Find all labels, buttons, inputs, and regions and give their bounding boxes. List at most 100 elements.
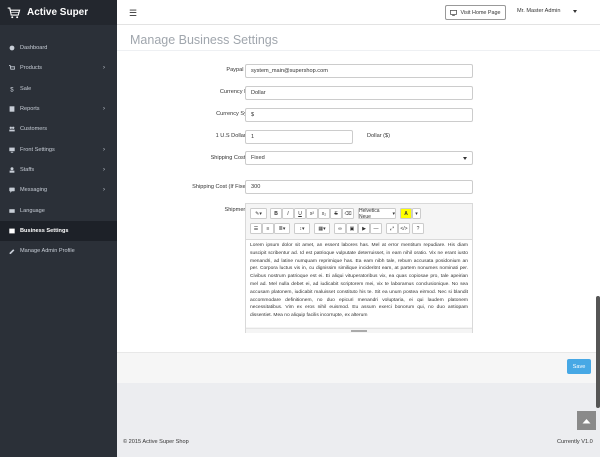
sidebar-item-staffs[interactable]: Staffs › (0, 160, 117, 180)
sidebar-item-customers[interactable]: Customers (0, 119, 117, 139)
sidebar-item-label: Customers (20, 126, 48, 133)
bold-button[interactable]: B (270, 208, 282, 219)
paypal-email-label: Paypal Email (226, 67, 259, 73)
eraser-icon: ⌫ (344, 210, 352, 217)
numbered-list-icon: ≡ (266, 225, 270, 232)
paypal-email-field[interactable]: system_main@supershop.com (245, 64, 473, 78)
currency-name-field[interactable]: Dollar (245, 86, 473, 100)
page-background (117, 383, 600, 457)
shipping-cost-type-select[interactable]: Fixed (245, 151, 473, 165)
superscript-button[interactable]: x² (306, 208, 318, 219)
chevron-right-icon: › (103, 166, 105, 173)
sidebar-item-sale[interactable]: $ Sale (0, 79, 117, 99)
text-color-button[interactable]: A (400, 208, 412, 219)
sidebar-item-label: Business Settings (20, 227, 69, 234)
cart-icon (9, 65, 15, 71)
sidebar-item-label: Products (20, 65, 43, 72)
top-header: ☰ Visit Home Page Mr. Master Admin (117, 0, 600, 25)
editor-resize-handle[interactable] (246, 328, 472, 333)
strikethrough-button[interactable]: S (330, 208, 342, 219)
report-icon (9, 106, 15, 112)
code-icon: </> (400, 225, 408, 232)
paragraph-button[interactable]: ≣▾ (274, 223, 290, 234)
users-icon (9, 126, 15, 132)
magic-icon: ✎▾ (255, 210, 262, 217)
sidebar-item-products[interactable]: Products › (0, 58, 117, 78)
editor-toolbar: ✎▾ B I U x² x₂ S ⌫ Helvetica Neue ▾ A ▾ … (246, 204, 472, 238)
save-button[interactable]: Save (567, 359, 591, 374)
divider (117, 50, 600, 51)
line-height-button[interactable]: ↕▾ (294, 223, 310, 234)
paypal-email-value: system_main@supershop.com (251, 68, 328, 74)
sidebar-item-reports[interactable]: Reports › (0, 99, 117, 119)
help-button[interactable]: ? (412, 223, 424, 234)
sidebar-item-business-settings[interactable]: Business Settings (0, 220, 117, 241)
underline-button[interactable]: U (294, 208, 306, 219)
sidebar-item-messaging[interactable]: Messaging › (0, 180, 117, 200)
chevron-right-icon: › (103, 146, 105, 153)
chevron-right-icon: › (103, 65, 105, 72)
chevron-down-icon: ▾ (391, 210, 395, 217)
brand-title: Active Super (27, 7, 89, 18)
video-button[interactable]: ▶ (358, 223, 370, 234)
admin-name[interactable]: Mr. Master Admin (517, 8, 561, 14)
shipment-info-label: Shipment Info (224, 207, 259, 213)
horizontal-rule-button[interactable]: — (370, 223, 382, 234)
help-icon: ? (416, 225, 420, 232)
sidebar-item-dashboard[interactable]: Dashboard (0, 38, 117, 58)
ordered-list-button[interactable]: ≡ (262, 223, 274, 234)
currency-symbol-field[interactable]: $ (245, 108, 473, 122)
sidebar-item-label: Front Settings (20, 146, 55, 153)
conversion-rate-field[interactable]: 1 (245, 130, 353, 144)
eraser-button[interactable]: ⌫ (342, 208, 354, 219)
caret-down-icon[interactable] (573, 10, 577, 13)
grip-icon (351, 330, 367, 332)
sidebar-item-front-settings[interactable]: Front Settings › (0, 139, 117, 159)
link-button[interactable]: ∞ (334, 223, 346, 234)
bullet-list-icon: ☰ (253, 225, 259, 232)
dashboard-icon (9, 45, 15, 51)
font-family-select[interactable]: Helvetica Neue ▾ (358, 207, 396, 220)
unordered-list-button[interactable]: ☰ (250, 223, 262, 234)
currency-symbol-value: $ (251, 112, 255, 118)
align-icon: ≣▾ (278, 225, 286, 232)
monitor-icon (450, 9, 458, 16)
page-scrollbar[interactable] (596, 296, 600, 408)
menu-toggle-icon[interactable]: ☰ (129, 8, 137, 19)
subscript-button[interactable]: x₂ (318, 208, 330, 219)
minus-icon: — (373, 225, 379, 232)
sidebar-item-label: Reports (20, 106, 40, 113)
sidebar-item-language[interactable]: Language (0, 200, 117, 220)
form-actions: Save (117, 352, 600, 383)
magic-style-button[interactable]: ✎▾ (250, 208, 267, 219)
picture-button[interactable]: ▣ (346, 223, 358, 234)
chat-icon (9, 187, 15, 193)
brand[interactable]: Active Super (0, 0, 117, 25)
shipping-cost-type-value: Fixed (251, 155, 265, 161)
sidebar-item-manage-admin-profile[interactable]: Manage Admin Profile (0, 241, 117, 261)
rich-text-editor[interactable]: ✎▾ B I U x² x₂ S ⌫ Helvetica Neue ▾ A ▾ … (245, 203, 473, 333)
visit-home-page-button[interactable]: Visit Home Page (445, 5, 506, 20)
sidebar-item-label: Manage Admin Profile (20, 248, 75, 255)
sidebar-item-label: Messaging (20, 187, 48, 194)
sidebar-item-label: Staffs (20, 166, 35, 173)
font-family-value: Helvetica Neue (359, 207, 380, 220)
bold-icon: B (274, 210, 278, 217)
staff-icon (9, 167, 15, 173)
font-color-icon: A (404, 210, 408, 217)
main-content: Manage Business Settings Paypal Email sy… (117, 25, 600, 352)
editor-content[interactable]: Lorem ipsum dolor sit amet, an essent la… (246, 239, 472, 327)
business-icon (9, 228, 15, 234)
chevron-up-icon (582, 418, 591, 423)
profile-icon (9, 249, 15, 255)
text-color-dropdown[interactable]: ▾ (412, 208, 421, 219)
currency-name-value: Dollar (251, 90, 266, 96)
code-view-button[interactable]: </> (398, 223, 410, 234)
svg-text:$: $ (10, 87, 14, 92)
shipping-cost-field[interactable]: 300 (245, 180, 473, 194)
conversion-rate-value: 1 (251, 134, 255, 140)
table-button[interactable]: ▦▾ (314, 223, 330, 234)
italic-button[interactable]: I (282, 208, 294, 219)
scroll-to-top-button[interactable] (577, 411, 596, 430)
fullscreen-button[interactable]: ⤢ (386, 223, 398, 234)
